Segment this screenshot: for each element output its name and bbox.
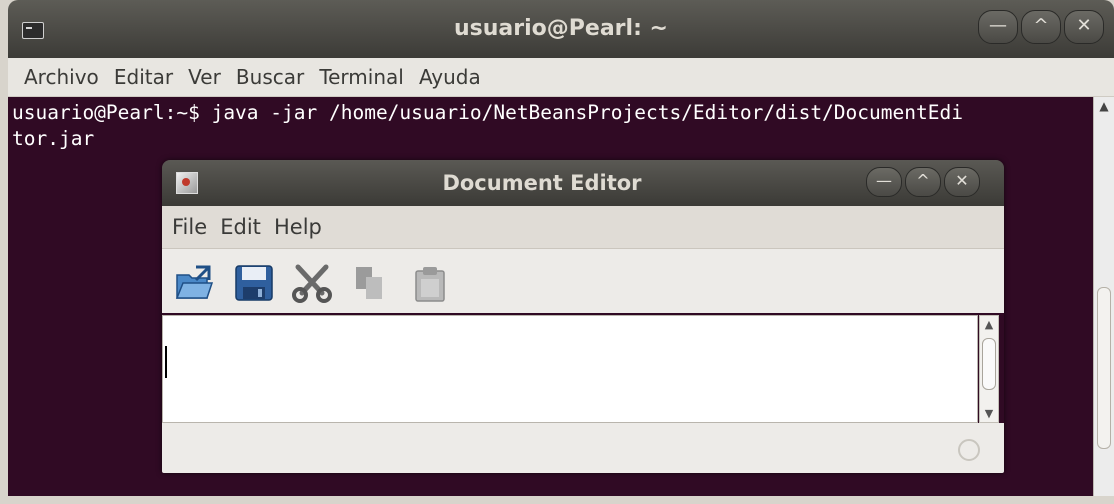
scroll-up-icon[interactable]: ▲ xyxy=(980,318,998,331)
editor-maximize-button[interactable]: ^ xyxy=(905,167,941,197)
document-editor-window: Document Editor — ^ ✕ File Edit Help ▲ ▼ xyxy=(162,160,1004,473)
terminal-line: tor.jar xyxy=(12,127,95,150)
menu-ayuda[interactable]: Ayuda xyxy=(419,58,491,96)
open-icon xyxy=(175,265,214,299)
copy-button[interactable] xyxy=(350,263,390,303)
cut-button[interactable] xyxy=(292,263,332,303)
scroll-up-icon[interactable]: ▲ xyxy=(1094,97,1114,115)
editor-window-buttons: — ^ ✕ xyxy=(866,167,980,197)
menu-archivo[interactable]: Archivo xyxy=(24,58,109,96)
terminal-title: usuario@Pearl: ~ xyxy=(454,16,668,41)
terminal-scrollbar[interactable]: ▲ xyxy=(1093,97,1114,496)
paste-button[interactable] xyxy=(410,263,450,303)
menu-ver[interactable]: Ver xyxy=(188,58,231,96)
save-button[interactable] xyxy=(234,263,274,303)
menu-editar[interactable]: Editar xyxy=(114,58,183,96)
document-text-area[interactable] xyxy=(162,315,978,423)
menu-file[interactable]: File xyxy=(172,206,215,248)
text-caret xyxy=(165,346,167,378)
editor-minimize-button[interactable]: — xyxy=(866,167,902,197)
menu-buscar[interactable]: Buscar xyxy=(236,58,314,96)
terminal-titlebar[interactable]: usuario@Pearl: ~ — ^ ✕ xyxy=(8,0,1114,58)
close-button[interactable]: ✕ xyxy=(1064,10,1104,44)
menu-help[interactable]: Help xyxy=(274,206,330,248)
maximize-button[interactable]: ^ xyxy=(1021,10,1061,44)
open-button[interactable] xyxy=(174,263,214,303)
editor-titlebar[interactable]: Document Editor — ^ ✕ xyxy=(162,160,1004,206)
paste-icon xyxy=(415,267,445,302)
menu-edit[interactable]: Edit xyxy=(220,206,269,248)
editor-title: Document Editor xyxy=(442,171,642,195)
editor-close-button[interactable]: ✕ xyxy=(944,167,980,197)
save-icon xyxy=(235,265,273,301)
cut-icon xyxy=(292,264,332,303)
terminal-line: usuario@Pearl:~$ java -jar /home/usuario… xyxy=(12,101,963,124)
resize-grip-icon[interactable] xyxy=(958,439,980,461)
editor-menubar: File Edit Help xyxy=(162,206,1004,249)
menu-terminal[interactable]: Terminal xyxy=(319,58,414,96)
editor-toolbar xyxy=(162,249,1004,313)
scrollbar-thumb[interactable] xyxy=(1097,287,1111,449)
editor-scrollbar-thumb[interactable] xyxy=(982,338,996,390)
scroll-down-icon[interactable]: ▼ xyxy=(980,407,998,420)
terminal-menubar: Archivo Editar Ver Buscar Terminal Ayuda xyxy=(8,58,1114,97)
editor-vertical-scrollbar[interactable]: ▲ ▼ xyxy=(979,315,999,423)
copy-icon xyxy=(356,267,382,299)
minimize-button[interactable]: — xyxy=(978,10,1018,44)
editor-status-bar xyxy=(162,423,1004,473)
terminal-window-buttons: — ^ ✕ xyxy=(978,10,1104,44)
